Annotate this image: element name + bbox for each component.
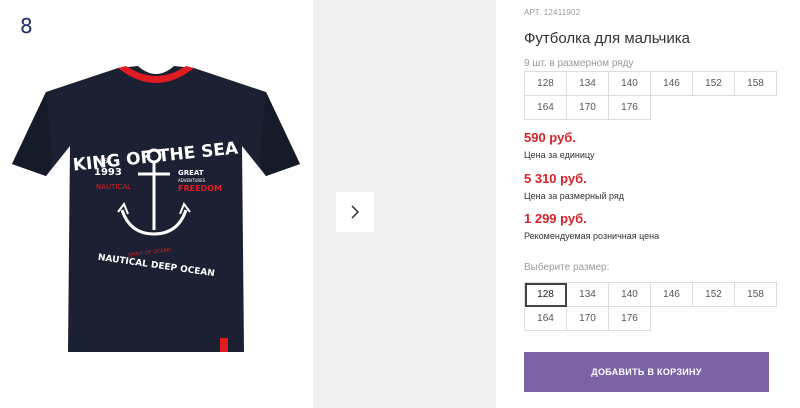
product-sku: АРТ. 12411902 <box>524 8 581 17</box>
next-image-button[interactable] <box>336 192 374 232</box>
print-nautical: NAUTICAL <box>96 183 131 191</box>
product-image: KING OF THE SEA EST 1993 GREAT ADVENTURE… <box>12 66 300 352</box>
pack-sizes-grid: 128 134 140 146 152 158 164 170 176 <box>524 71 777 120</box>
pack-size-cell: 146 <box>651 72 693 96</box>
size-option-140[interactable]: 140 <box>609 283 651 307</box>
pack-size-cell: 176 <box>609 96 651 120</box>
size-option-176[interactable]: 176 <box>609 307 651 331</box>
unit-price: 590 руб. <box>524 130 576 145</box>
pack-note: 9 шт. в размерном ряду <box>524 58 634 69</box>
product-gallery: 8 KING OF THE SEA EST 1993 GREAT ADVENTU… <box>0 0 313 408</box>
row-price: 5 310 руб. <box>524 171 587 186</box>
row-price-label: Цена за размерный ряд <box>524 191 625 201</box>
size-option-128[interactable]: 128 <box>525 283 567 307</box>
size-option-146[interactable]: 146 <box>651 283 693 307</box>
add-to-cart-button[interactable]: ДОБАВИТЬ В КОРЗИНУ <box>524 352 769 392</box>
product-title: Футболка для мальчика <box>524 30 690 47</box>
image-counter: 8 <box>20 14 33 38</box>
retail-price: 1 299 руб. <box>524 211 587 226</box>
shirt-tag <box>220 338 228 352</box>
pack-size-cell: 170 <box>567 96 609 120</box>
size-option-164[interactable]: 164 <box>525 307 567 331</box>
gallery-next-panel <box>313 0 496 408</box>
print-year: 1993 <box>94 167 122 178</box>
retail-price-label: Рекомендуемая розничная цена <box>524 231 660 241</box>
print-freedom: FREEDOM <box>178 184 222 193</box>
size-option-134[interactable]: 134 <box>567 283 609 307</box>
unit-price-label: Цена за единицу <box>524 150 595 160</box>
print-great: GREAT <box>178 169 204 177</box>
pack-size-cell: 128 <box>525 72 567 96</box>
print-est: EST <box>100 158 112 165</box>
size-selector: 128 134 140 146 152 158 164 170 176 <box>524 282 777 331</box>
pack-size-cell: 152 <box>693 72 735 96</box>
pack-size-cell: 158 <box>735 72 777 96</box>
choose-size-label: Выберите размер: <box>524 262 610 273</box>
print-adventures: ADVENTURES <box>178 178 206 183</box>
pack-size-cell: 140 <box>609 72 651 96</box>
chevron-right-icon <box>351 205 360 219</box>
size-option-152[interactable]: 152 <box>693 283 735 307</box>
pack-size-cell: 134 <box>567 72 609 96</box>
size-option-158[interactable]: 158 <box>735 283 777 307</box>
size-option-170[interactable]: 170 <box>567 307 609 331</box>
pack-size-cell: 164 <box>525 96 567 120</box>
